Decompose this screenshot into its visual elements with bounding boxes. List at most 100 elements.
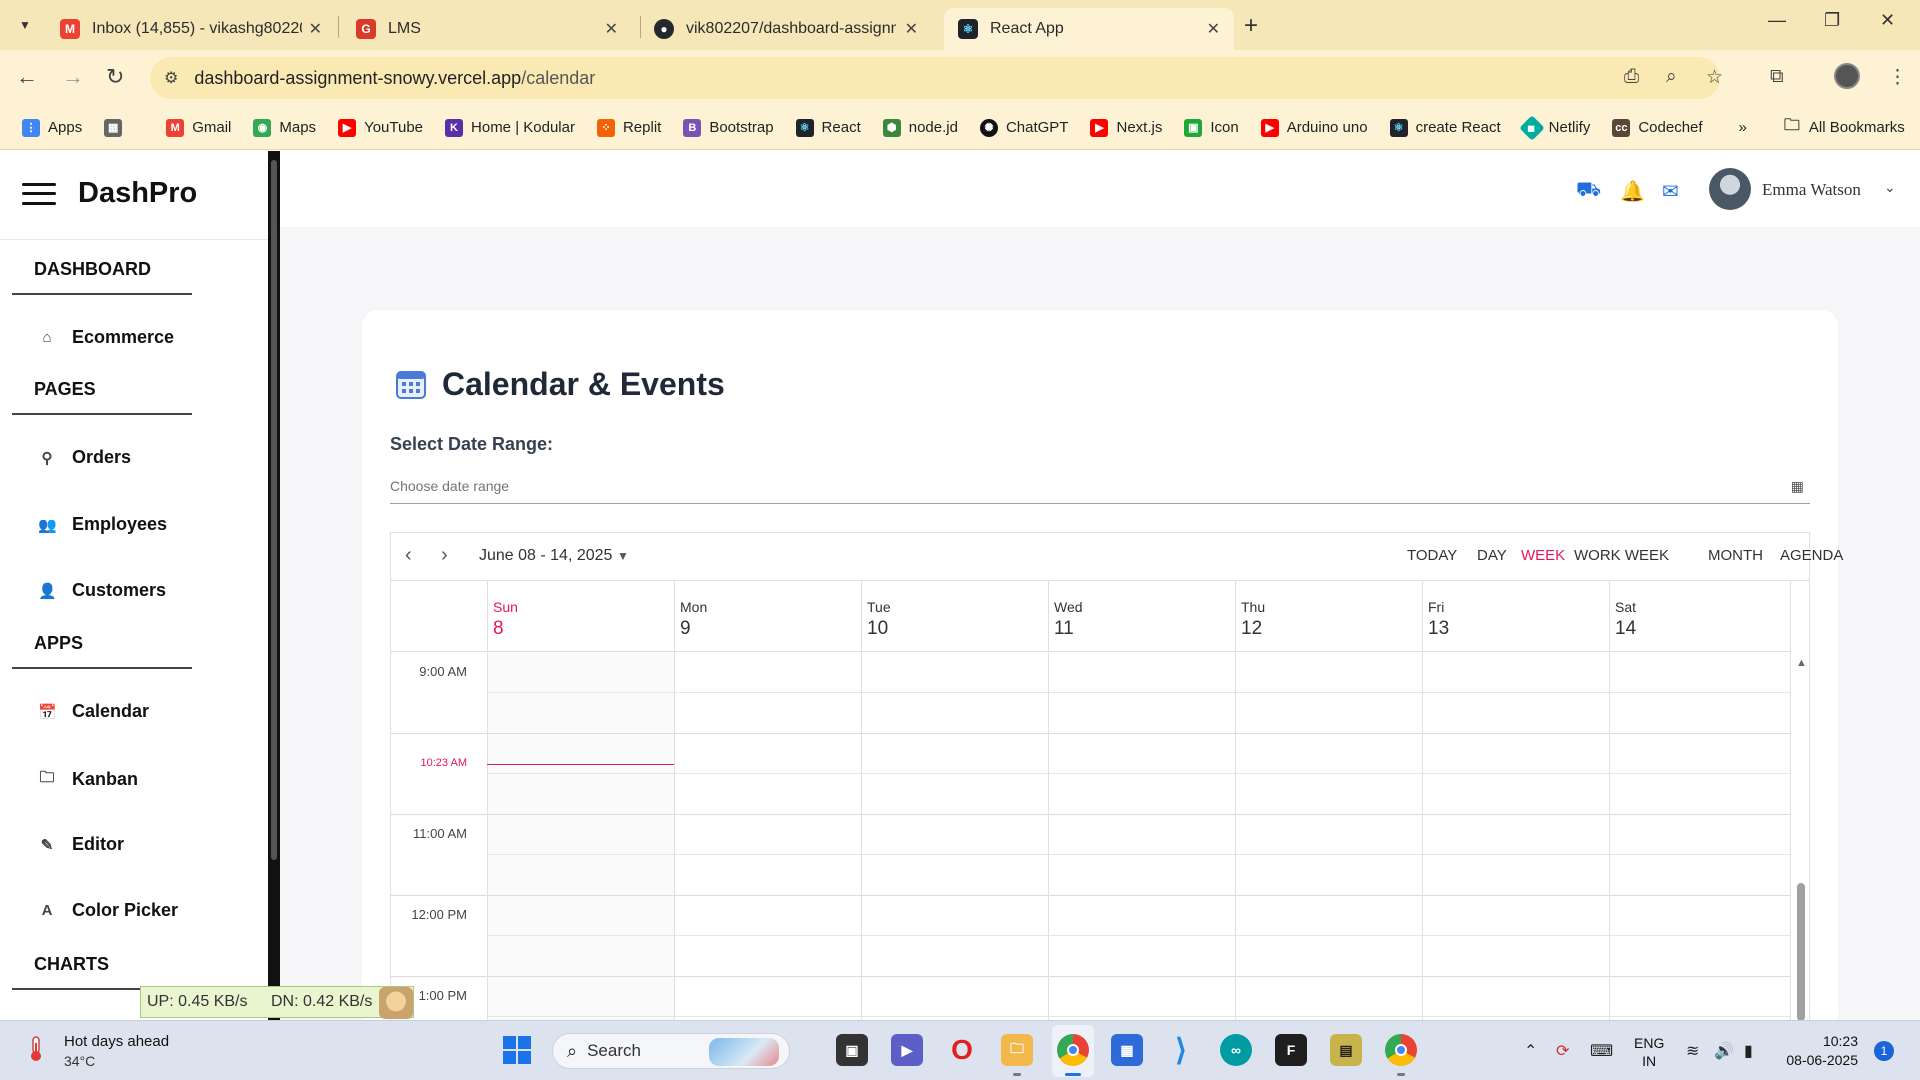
close-icon[interactable]: ✕	[309, 19, 322, 39]
mail-icon[interactable]: ✉	[1662, 179, 1679, 204]
file-explorer-icon[interactable]: 🗀	[1001, 1034, 1033, 1066]
sync-icon[interactable]: ⟳	[1556, 1041, 1569, 1061]
day-header-wed[interactable]: Wed 11	[1048, 581, 1235, 651]
minimize-icon[interactable]: —	[1768, 10, 1786, 31]
new-tab-plus-icon[interactable]: +	[1244, 12, 1258, 40]
day-header-mon[interactable]: Mon 9	[674, 581, 861, 651]
windows-start-icon[interactable]	[502, 1035, 532, 1065]
close-icon[interactable]: ✕	[605, 19, 618, 39]
wifi-icon[interactable]: ≋	[1686, 1041, 1699, 1061]
notification-badge[interactable]: 1	[1874, 1041, 1894, 1061]
day-header-sun[interactable]: Sun 8	[487, 581, 674, 651]
bookmark-gmail[interactable]: M Gmail	[166, 118, 231, 137]
install-app-icon[interactable]: ⎙	[1624, 66, 1639, 88]
address-bar[interactable]: ⚙ dashboard-assignment-snowy.vercel.app/…	[150, 57, 1720, 99]
bookmark-node[interactable]: ⬢ node.jd	[882, 118, 958, 137]
volume-icon[interactable]: 🔊	[1714, 1041, 1734, 1061]
bookmark-replit[interactable]: ⁘ Replit	[596, 118, 661, 137]
next-week-chevron-icon[interactable]: ›	[441, 544, 448, 567]
view-week-button[interactable]: WEEK	[1521, 547, 1565, 564]
browser-menu-icon[interactable]: ⋮	[1888, 66, 1907, 89]
all-bookmarks-folder[interactable]: 🗀 All Bookmarks	[1783, 117, 1905, 137]
sidebar-item-kanban[interactable]: 🗀 Kanban	[38, 767, 138, 792]
tab-react-app[interactable]: ⚛ React App ✕	[944, 8, 1234, 50]
teams-meet-icon[interactable]: ▶	[891, 1034, 923, 1066]
vscode-icon[interactable]: ⟩	[1165, 1034, 1197, 1067]
tab-lms[interactable]: G LMS ✕	[342, 8, 632, 50]
bookmark-icon[interactable]: ▣ Icon	[1184, 118, 1239, 137]
day-header-thu[interactable]: Thu 12	[1235, 581, 1422, 651]
chrome-icon[interactable]	[1057, 1034, 1089, 1066]
calendar-small-icon[interactable]: ▦	[1791, 478, 1804, 495]
back-arrow-icon[interactable]: ←	[16, 64, 38, 90]
bookmark-arduino[interactable]: ▶ Arduino uno	[1260, 118, 1368, 137]
prev-week-chevron-icon[interactable]: ‹	[405, 544, 412, 567]
bookmark-nextjs[interactable]: ▶ Next.js	[1090, 118, 1162, 137]
winrar-icon[interactable]: ▤	[1330, 1034, 1362, 1066]
tab-gmail[interactable]: M Inbox (14,855) - vikashg802207 ✕	[46, 8, 336, 50]
sidebar-item-orders[interactable]: ⚲ Orders	[38, 447, 132, 468]
bookmark-create-react[interactable]: ⚛ create React	[1389, 118, 1501, 137]
view-workweek-button[interactable]: WORK WEEK	[1574, 547, 1669, 564]
url-text[interactable]: dashboard-assignment-snowy.vercel.app/ca…	[194, 68, 595, 89]
scroll-up-arrow-icon[interactable]: ▲	[1796, 657, 1807, 669]
profile-avatar[interactable]	[1834, 63, 1860, 89]
sidebar-item-editor[interactable]: ✎ Editor	[38, 834, 124, 855]
view-today-button[interactable]: TODAY	[1407, 547, 1457, 564]
arduino-icon[interactable]: ∞	[1220, 1034, 1252, 1066]
opera-icon[interactable]: O	[946, 1034, 978, 1066]
bookmark-apps[interactable]: ⋮ Apps	[22, 118, 82, 137]
close-icon[interactable]: ✕	[1207, 19, 1220, 39]
extensions-icon[interactable]: ⧉	[1770, 66, 1784, 88]
task-view-icon[interactable]: ▣	[836, 1034, 868, 1066]
reload-icon[interactable]: ↻	[106, 64, 124, 90]
site-info-icon[interactable]: ⚙	[164, 68, 178, 88]
scheduler-scrollbar[interactable]: ▲	[1791, 651, 1811, 1021]
weather-temp[interactable]: 34°C	[64, 1053, 95, 1069]
battery-icon[interactable]: ▮	[1744, 1041, 1753, 1061]
bookmark-bootstrap[interactable]: B Bootstrap	[683, 118, 774, 137]
store-icon[interactable]: ▦	[1111, 1034, 1143, 1066]
bookmark-star-icon[interactable]: ☆	[1706, 66, 1723, 89]
chrome-profile-icon[interactable]	[1385, 1034, 1417, 1066]
view-month-button[interactable]: MONTH	[1708, 547, 1763, 564]
window-close-icon[interactable]: ✕	[1880, 10, 1895, 31]
chevron-down-icon[interactable]: ⌄	[1884, 179, 1896, 196]
zoom-icon[interactable]: ⌕	[1666, 66, 1677, 88]
caret-down-icon[interactable]: ▼	[617, 549, 629, 563]
time-grid[interactable]: 9:00 AM 10:23 AM 11:00 AM 12:00 PM 1:00 …	[391, 651, 1791, 1021]
hamburger-menu-icon[interactable]	[22, 182, 56, 205]
user-name[interactable]: Emma Watson	[1762, 180, 1861, 200]
tab-search-button[interactable]: ▼	[10, 10, 40, 40]
bookmark-netlify[interactable]: ◆ Netlify	[1518, 114, 1590, 141]
restore-icon[interactable]: ❐	[1824, 10, 1840, 31]
sidebar-item-ecommerce[interactable]: ⌂ Ecommerce	[38, 327, 174, 348]
day-header-sat[interactable]: Sat 14	[1609, 581, 1791, 651]
cart-icon[interactable]: ⛟	[1576, 179, 1601, 204]
date-range-input[interactable]: Choose date range ▦	[390, 470, 1810, 504]
sidebar-scrollbar-thumb[interactable]	[271, 160, 277, 860]
view-day-button[interactable]: DAY	[1477, 547, 1507, 564]
bookmark-react[interactable]: ⚛ React	[795, 118, 861, 137]
view-agenda-button[interactable]: AGENDA	[1780, 547, 1843, 564]
chevron-up-icon[interactable]: ⌃	[1524, 1041, 1537, 1061]
clock[interactable]: 10:23 08-06-2025	[1782, 1032, 1858, 1070]
tab-github[interactable]: ● vik802207/dashboard-assignme ✕	[640, 8, 932, 50]
sidebar-item-color-picker[interactable]: A Color Picker	[38, 900, 178, 921]
sidebar-item-calendar[interactable]: 📅 Calendar	[38, 701, 149, 722]
keyboard-icon[interactable]: ⌨	[1590, 1041, 1613, 1061]
scrollbar-thumb[interactable]	[1797, 883, 1805, 1021]
brand-name[interactable]: DashPro	[78, 177, 197, 210]
bookmark-grid[interactable]: ▦	[104, 118, 130, 137]
weather-title[interactable]: Hot days ahead	[64, 1033, 169, 1050]
figma-icon[interactable]: F	[1275, 1034, 1307, 1066]
more-bookmarks-chevron-icon[interactable]: »	[1739, 119, 1747, 136]
taskbar-search[interactable]: ⌕ Search	[552, 1033, 790, 1069]
day-header-tue[interactable]: Tue 10	[861, 581, 1048, 651]
bookmark-youtube[interactable]: ▶ YouTube	[338, 118, 423, 137]
sidebar-item-customers[interactable]: 👤 Customers	[38, 580, 166, 601]
language-indicator[interactable]: ENG IN	[1634, 1034, 1664, 1070]
bell-icon[interactable]: 🔔	[1620, 179, 1645, 204]
bookmark-kodular[interactable]: K Home | Kodular	[445, 118, 575, 137]
forward-arrow-icon[interactable]: →	[62, 64, 84, 90]
